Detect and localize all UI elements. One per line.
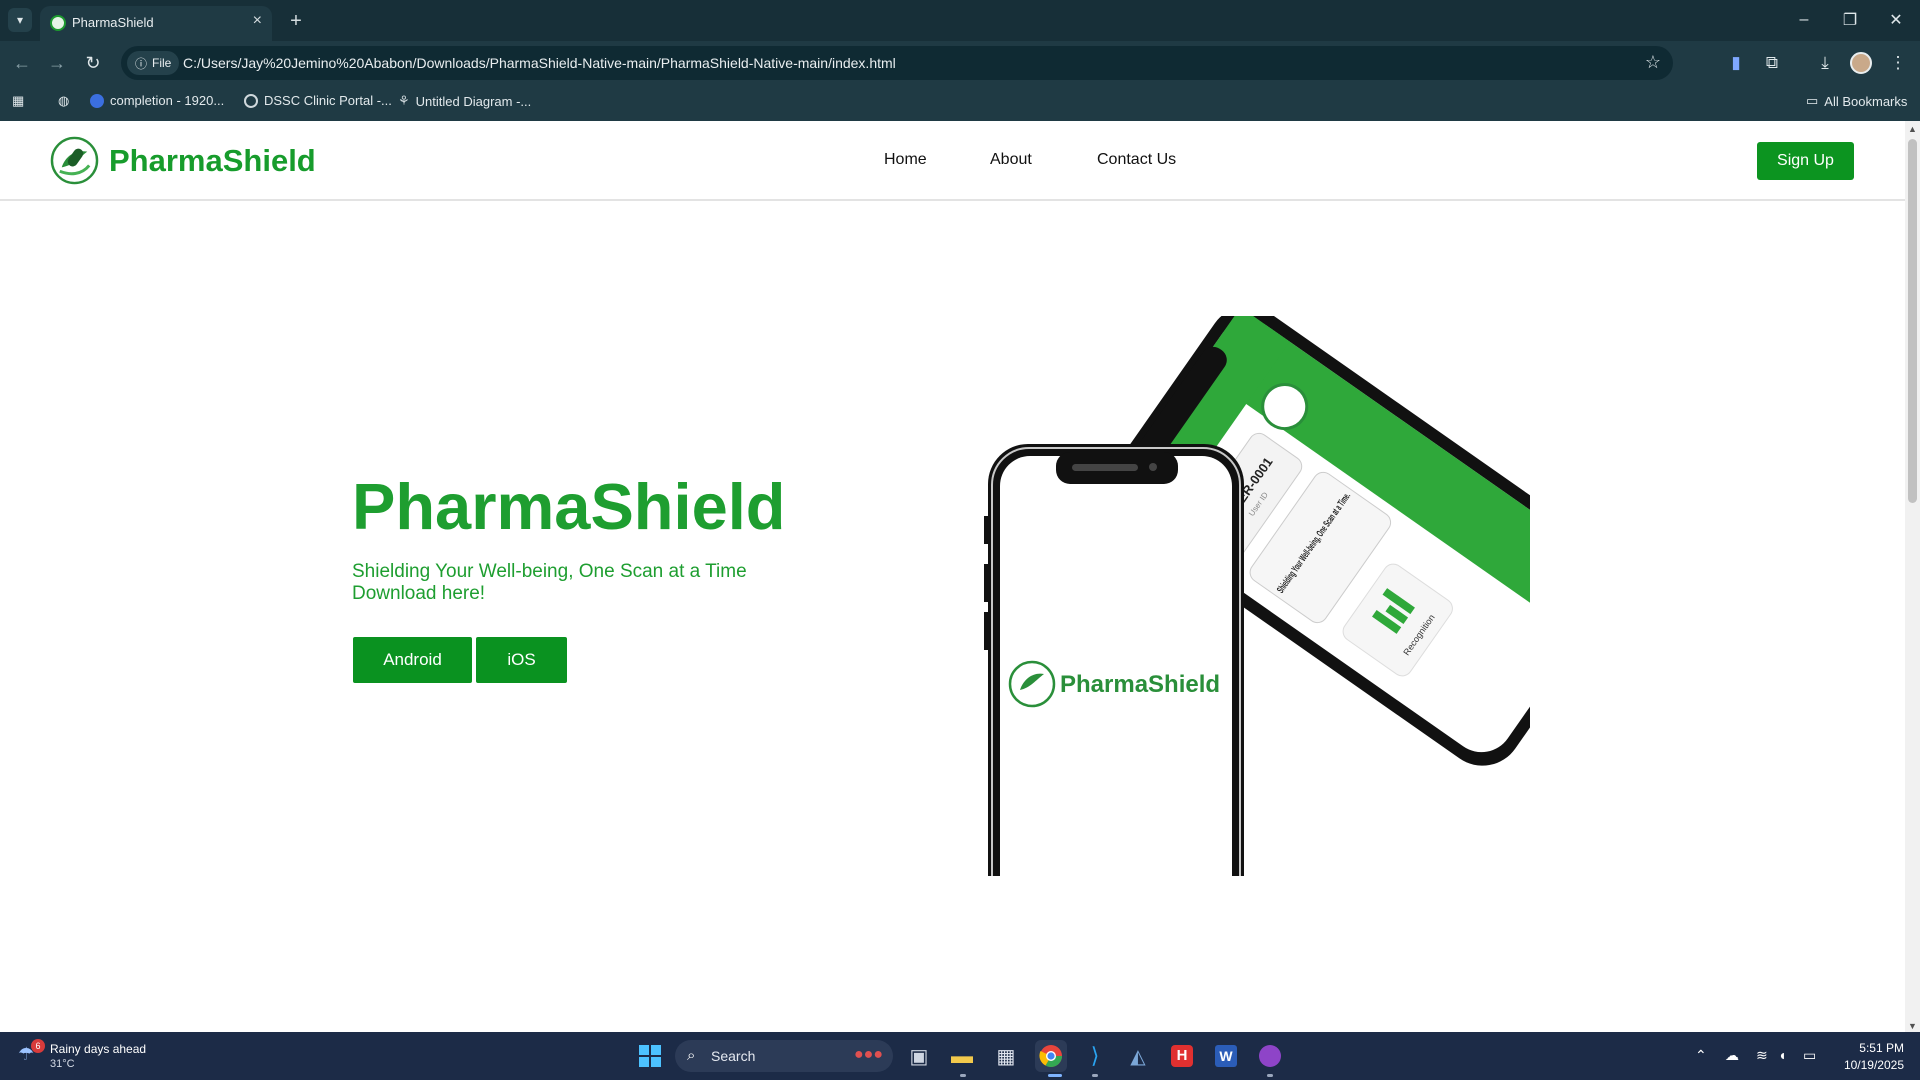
brand-name[interactable]: PharmaShield: [109, 143, 316, 179]
reload-icon[interactable]: ↻: [79, 49, 107, 77]
profile-avatar[interactable]: [1850, 52, 1872, 74]
scroll-up-icon[interactable]: ▲: [1908, 124, 1917, 134]
download-icon[interactable]: ⤓: [1811, 49, 1839, 77]
heidisql-icon[interactable]: H: [1166, 1040, 1198, 1072]
wifi-icon[interactable]: ≋: [1756, 1047, 1768, 1064]
chrome-icon[interactable]: [1035, 1040, 1067, 1072]
apps-grid-icon[interactable]: ▦: [12, 93, 24, 109]
new-tab-button[interactable]: +: [282, 7, 310, 35]
close-tab-icon[interactable]: ×: [253, 12, 262, 30]
tray-chevron-up-icon[interactable]: ⌃: [1695, 1047, 1707, 1064]
file-explorer-icon[interactable]: ▬: [946, 1040, 978, 1072]
hero-tagline: Shielding Your Well-being, One Scan at a…: [352, 561, 747, 582]
nav-contact-us[interactable]: Contact Us: [1097, 151, 1176, 169]
folder-icon: ▭: [1806, 93, 1819, 108]
info-icon: ⓘ: [135, 56, 148, 71]
bookmark-item[interactable]: completion - 1920...: [90, 93, 224, 108]
site-header: PharmaShield Home About Contact Us Sign …: [0, 121, 1905, 201]
windows-taskbar: ☂ 6 Rainy days ahead 31°C ⌕ Search ●●● ▣…: [0, 1032, 1920, 1080]
pharmashield-logo-icon[interactable]: [50, 136, 99, 185]
search-label: Search: [711, 1048, 756, 1064]
splash-brand: PharmaShield: [1060, 671, 1220, 698]
page-scrollbar[interactable]: ▲ ▼: [1905, 121, 1920, 1032]
hero-download-text: Download here!: [352, 583, 486, 604]
running-indicator: [1267, 1074, 1273, 1077]
bookmark-star-icon[interactable]: ☆: [1645, 52, 1661, 73]
bookmarks-bar: ▦ ◍ completion - 1920... DSSC Clinic Por…: [0, 83, 1920, 121]
running-indicator: [960, 1074, 966, 1077]
browser-chrome: ▾ PharmaShield × + – ❐ ✕ ← → ↻ ⓘ File C:…: [0, 0, 1920, 121]
ios-download-button[interactable]: iOS: [476, 637, 567, 683]
front-phone: PharmaShield: [984, 444, 1244, 876]
restore-icon[interactable]: ❐: [1828, 6, 1872, 34]
minimize-icon[interactable]: –: [1782, 6, 1826, 34]
vscode-icon[interactable]: ⟩: [1079, 1040, 1111, 1072]
close-window-icon[interactable]: ✕: [1874, 6, 1918, 34]
battery-icon[interactable]: ▭: [1803, 1047, 1816, 1064]
address-bar[interactable]: ⓘ File C:/Users/Jay%20Jemino%20Ababon/Do…: [121, 46, 1673, 80]
extensions-puzzle-icon[interactable]: ⧉: [1758, 49, 1786, 77]
bookmark-label: DSSC Clinic Portal -...: [264, 93, 392, 108]
search-highlight-icon: ●●●: [854, 1046, 883, 1063]
tab-strip: ▾ PharmaShield × + – ❐ ✕: [0, 0, 1920, 41]
weather-badge: 6: [31, 1039, 45, 1053]
all-bookmarks-label: All Bookmarks: [1824, 93, 1908, 109]
all-bookmarks[interactable]: ▭ All Bookmarks: [1806, 93, 1907, 109]
sign-up-button[interactable]: Sign Up: [1757, 142, 1854, 180]
weather-title[interactable]: Rainy days ahead: [50, 1042, 146, 1056]
volume-icon[interactable]: ◖: [1778, 1047, 1786, 1063]
windows-start-icon[interactable]: [634, 1040, 666, 1072]
tab-search-chevron-icon[interactable]: ▾: [8, 8, 32, 32]
android-download-button[interactable]: Android: [353, 637, 472, 683]
taskbar-search[interactable]: ⌕ Search ●●●: [675, 1040, 893, 1072]
menu-kebab-icon[interactable]: ⋮: [1884, 49, 1912, 77]
active-indicator: [1048, 1074, 1062, 1077]
site-info-label: File: [152, 56, 172, 70]
microsoft-store-icon[interactable]: ▦: [990, 1040, 1022, 1072]
nav-about[interactable]: About: [990, 151, 1032, 169]
tab-title: PharmaShield: [72, 15, 154, 30]
clock-date[interactable]: 10/19/2025: [1834, 1058, 1904, 1072]
task-view-icon[interactable]: ▣: [903, 1040, 935, 1072]
nav-home[interactable]: Home: [884, 151, 927, 169]
diagram-icon: ⚘: [398, 93, 410, 108]
browser-toolbar: ← → ↻ ⓘ File C:/Users/Jay%20Jemino%20Aba…: [0, 41, 1920, 83]
web-page: PharmaShield Home About Contact Us Sign …: [0, 121, 1905, 1032]
site-info-chip[interactable]: ⓘ File: [127, 51, 180, 75]
scrollbar-thumb[interactable]: [1908, 139, 1917, 503]
hero-subtitle: Shielding Your Well-being, One Scan at a…: [352, 561, 747, 605]
favicon-icon: [50, 15, 66, 31]
phone-mockup-illustration: PSUSER-0001 User ID Shielding Your Well-…: [984, 316, 1530, 876]
globe-icon: [244, 93, 258, 108]
back-icon[interactable]: ←: [8, 49, 36, 77]
word-icon[interactable]: W: [1210, 1040, 1242, 1072]
globe-bookmark-icon[interactable]: ◍: [58, 93, 69, 109]
clock-time[interactable]: 5:51 PM: [1840, 1041, 1904, 1055]
onedrive-icon[interactable]: ☁: [1725, 1047, 1739, 1064]
bookmark-favicon-icon: [90, 93, 104, 108]
mysql-workbench-icon[interactable]: ◭: [1122, 1040, 1154, 1072]
hero-title: PharmaShield: [352, 470, 786, 543]
bookmark-item[interactable]: ⚘ Untitled Diagram -...: [398, 93, 531, 109]
running-indicator: [1092, 1074, 1098, 1077]
weather-temp: 31°C: [50, 1058, 75, 1070]
scroll-down-icon[interactable]: ▼: [1908, 1021, 1917, 1031]
url-text[interactable]: C:/Users/Jay%20Jemino%20Ababon/Downloads…: [183, 55, 896, 71]
extension-icon[interactable]: ▮: [1722, 49, 1750, 77]
bookmark-label: Untitled Diagram -...: [415, 93, 532, 109]
github-desktop-icon[interactable]: [1254, 1040, 1286, 1072]
bookmark-label: completion - 1920...: [110, 93, 225, 108]
search-icon: ⌕: [687, 1047, 696, 1064]
tab-active[interactable]: PharmaShield ×: [40, 6, 272, 41]
forward-icon[interactable]: →: [43, 49, 71, 77]
bookmark-item[interactable]: DSSC Clinic Portal -...: [244, 93, 392, 108]
